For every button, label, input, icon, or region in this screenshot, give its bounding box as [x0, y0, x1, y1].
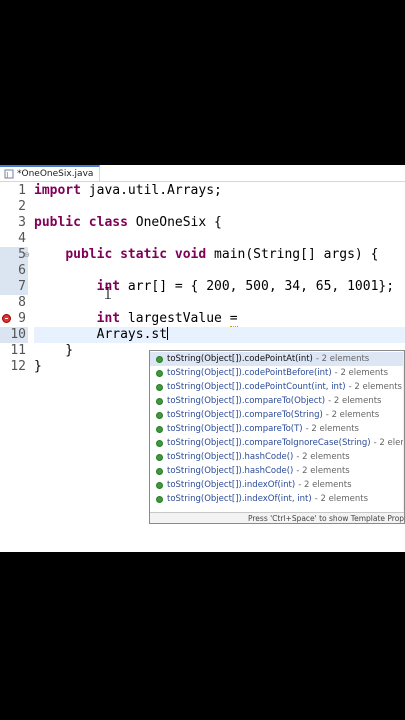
line-number: 11	[10, 343, 26, 358]
text-cursor	[167, 327, 169, 340]
completion-item[interactable]: toString(Object[]).compareTo(Object) - 2…	[150, 394, 404, 408]
completion-item[interactable]: toString(Object[]).compareTo(T) - 2 elem…	[150, 422, 404, 436]
completion-item[interactable]: toString(Object[]).hashCode() - 2 elemen…	[150, 464, 404, 478]
completion-item[interactable]: toString(Object[]).compareTo(String) - 2…	[150, 408, 404, 422]
code-line-5: public static void main(String[] args) {	[65, 247, 379, 262]
tab-label: *OneOneSix.java	[17, 169, 94, 179]
code-line-9: int largestValue =	[96, 311, 238, 327]
code-line-12: }	[34, 359, 42, 374]
completion-list[interactable]: toString(Object[]).codePointAt(int) - 2 …	[150, 351, 404, 511]
mouse-cursor-icon	[105, 287, 111, 299]
content-assist-popup[interactable]: toString(Object[]).codePointAt(int) - 2 …	[149, 350, 405, 524]
public-method-icon	[156, 467, 163, 475]
public-method-icon	[156, 369, 163, 377]
editor-tab-bar: J *OneOneSix.java	[0, 165, 405, 182]
tab-oneonesix[interactable]: J *OneOneSix.java	[0, 165, 101, 181]
completion-item[interactable]: toString(Object[]).compareToIgnoreCase(S…	[150, 436, 404, 450]
line-number: 10	[0, 327, 28, 343]
public-method-icon	[156, 481, 163, 489]
completion-item[interactable]: toString(Object[]).indexOf(int, int) - 2…	[150, 492, 404, 506]
java-file-icon: J	[4, 169, 14, 179]
line-number: 3	[18, 215, 26, 230]
public-method-icon	[156, 397, 163, 405]
svg-text:J: J	[5, 171, 8, 179]
public-method-icon	[156, 355, 163, 363]
public-method-icon	[156, 439, 163, 447]
public-method-icon	[156, 453, 163, 461]
completion-item[interactable]: toString(Object[]).codePointAt(int) - 2 …	[150, 352, 404, 366]
line-number: 12	[10, 359, 26, 374]
fold-toggle-icon[interactable]: ⊖	[24, 247, 30, 263]
code-line-3: public class OneOneSix {	[34, 215, 222, 230]
popup-status-hint: Press 'Ctrl+Space' to show Template Prop…	[150, 512, 404, 523]
line-number: 8	[18, 295, 26, 310]
error-breakpoint-icon[interactable]	[2, 314, 11, 323]
public-method-icon	[156, 425, 163, 433]
line-number: 4	[18, 231, 26, 246]
line-number: 7	[0, 279, 28, 295]
code-line-1: import java.util.Arrays;	[34, 183, 222, 198]
public-method-icon	[156, 411, 163, 419]
code-line-7: int arr[] = { 200, 500, 34, 65, 1001};	[97, 279, 395, 294]
completion-item[interactable]: toString(Object[]).codePointCount(int, i…	[150, 380, 404, 394]
completion-item[interactable]: toString(Object[]).codePointBefore(int) …	[150, 366, 404, 380]
completion-item[interactable]: toString(Object[]).hashCode() - 2 elemen…	[150, 450, 404, 464]
line-number: 1	[18, 183, 26, 198]
line-number: 2	[18, 199, 26, 214]
code-line-11: }	[34, 343, 74, 358]
code-line-10: Arrays.st	[34, 327, 169, 342]
completion-item[interactable]: toString(Object[]).indexOf(int) - 2 elem…	[150, 478, 404, 492]
public-method-icon	[156, 495, 163, 503]
public-method-icon	[156, 383, 163, 391]
line-number: 6	[0, 263, 28, 279]
